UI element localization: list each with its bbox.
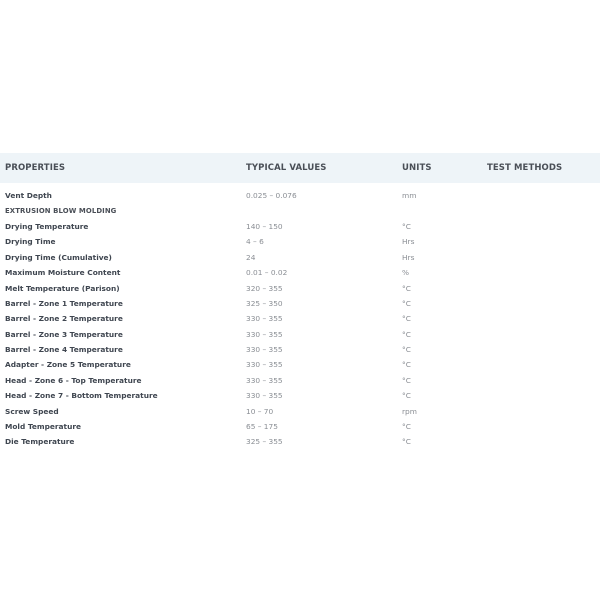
table-header: PROPERTIES TYPICAL VALUES UNITS TEST MET…: [0, 153, 600, 183]
unit-cell: °C: [402, 345, 411, 355]
unit-cell: %: [402, 268, 410, 278]
method-cell: [482, 219, 600, 234]
header-units: UNITS: [402, 163, 432, 173]
method-cell: [482, 280, 600, 295]
method-cell: [482, 188, 600, 203]
value-cell: 140 – 150: [246, 221, 283, 231]
method-cell: [482, 419, 600, 434]
table-row: Barrel - Zone 3 Temperature 330 – 355 °C: [0, 327, 600, 342]
unit-cell: °C: [402, 329, 411, 339]
property-cell: Barrel - Zone 1 Temperature: [5, 298, 123, 308]
table-row: Head - Zone 6 - Top Temperature 330 – 35…: [0, 373, 600, 388]
method-cell: [482, 250, 600, 265]
unit-cell: mm: [402, 191, 417, 201]
table-row: Head - Zone 7 - Bottom Temperature 330 –…: [0, 388, 600, 403]
value-cell: 325 – 350: [246, 298, 283, 308]
header-row: PROPERTIES TYPICAL VALUES UNITS TEST MET…: [0, 153, 600, 183]
value-cell: 330 – 355: [246, 329, 283, 339]
table-row: Melt Temperature (Parison) 320 – 355 °C: [0, 280, 600, 295]
value-cell: 330 – 355: [246, 314, 283, 324]
unit-cell: °C: [402, 422, 411, 432]
unit-cell: °C: [402, 391, 411, 401]
method-cell: [482, 311, 600, 326]
unit-cell: °C: [402, 221, 411, 231]
property-cell: Drying Time (Cumulative): [5, 252, 112, 262]
value-cell: 330 – 355: [246, 345, 283, 355]
method-cell: [482, 373, 600, 388]
value-cell: 65 – 175: [246, 422, 278, 432]
table-row: Drying Time 4 – 6 Hrs: [0, 234, 600, 249]
method-cell: [482, 234, 600, 249]
method-cell: [482, 388, 600, 403]
method-cell: [482, 203, 600, 218]
header-test-methods: TEST METHODS: [487, 163, 563, 173]
value-cell: 330 – 355: [246, 360, 283, 370]
property-cell: Melt Temperature (Parison): [5, 283, 120, 293]
value-cell: 330 – 355: [246, 391, 283, 401]
properties-table: PROPERTIES TYPICAL VALUES UNITS TEST MET…: [0, 153, 600, 450]
table-row: Maximum Moisture Content 0.01 – 0.02 %: [0, 265, 600, 280]
property-cell: Barrel - Zone 4 Temperature: [5, 345, 123, 355]
table-row: Screw Speed 10 – 70 rpm: [0, 403, 600, 418]
header-typical-values: TYPICAL VALUES: [246, 163, 327, 173]
unit-cell: °C: [402, 375, 411, 385]
unit-cell: Hrs: [402, 252, 415, 262]
property-cell: Drying Time: [5, 237, 56, 247]
table-row: Vent Depth 0.025 – 0.076 mm: [0, 188, 600, 203]
unit-cell: rpm: [402, 406, 417, 416]
property-cell: Drying Temperature: [5, 221, 89, 231]
property-cell: Barrel - Zone 3 Temperature: [5, 329, 123, 339]
table-row: Barrel - Zone 1 Temperature 325 – 350 °C: [0, 296, 600, 311]
section-heading: EXTRUSION BLOW MOLDING: [5, 207, 117, 216]
method-cell: [482, 327, 600, 342]
method-cell: [482, 265, 600, 280]
method-cell: [482, 342, 600, 357]
header-properties: PROPERTIES: [5, 163, 66, 173]
method-cell: [482, 434, 600, 449]
property-cell: Screw Speed: [5, 406, 59, 416]
method-cell: [482, 403, 600, 418]
method-cell: [482, 357, 600, 372]
property-cell: Maximum Moisture Content: [5, 268, 121, 278]
property-cell: Head - Zone 7 - Bottom Temperature: [5, 391, 158, 401]
property-cell: Adapter - Zone 5 Temperature: [5, 360, 131, 370]
property-cell: Die Temperature: [5, 437, 75, 447]
unit-cell: °C: [402, 314, 411, 324]
unit-cell: °C: [402, 360, 411, 370]
table-body: Vent Depth 0.025 – 0.076 mm EXTRUSION BL…: [0, 183, 600, 450]
value-cell: 330 – 355: [246, 375, 283, 385]
value-cell: 24: [246, 252, 256, 262]
value-cell: 320 – 355: [246, 283, 283, 293]
properties-table-container: PROPERTIES TYPICAL VALUES UNITS TEST MET…: [0, 153, 600, 450]
table-row: Drying Temperature 140 – 150 °C: [0, 219, 600, 234]
table-row: Adapter - Zone 5 Temperature 330 – 355 °…: [0, 357, 600, 372]
value-cell: 4 – 6: [246, 237, 264, 247]
table-row: Barrel - Zone 2 Temperature 330 – 355 °C: [0, 311, 600, 326]
table-row: Die Temperature 325 – 355 °C: [0, 434, 600, 449]
unit-cell: Hrs: [402, 237, 415, 247]
property-cell: Barrel - Zone 2 Temperature: [5, 314, 123, 324]
unit-cell: °C: [402, 283, 411, 293]
property-cell: Vent Depth: [5, 191, 52, 201]
value-cell: 325 – 355: [246, 437, 283, 447]
unit-cell: °C: [402, 298, 411, 308]
unit-cell: °C: [402, 437, 411, 447]
value-cell: 0.025 – 0.076: [246, 191, 297, 201]
value-cell: [241, 203, 397, 218]
table-row: Mold Temperature 65 – 175 °C: [0, 419, 600, 434]
unit-cell: [397, 203, 482, 218]
table-row: Barrel - Zone 4 Temperature 330 – 355 °C: [0, 342, 600, 357]
method-cell: [482, 296, 600, 311]
table-row: Drying Time (Cumulative) 24 Hrs: [0, 250, 600, 265]
property-cell: Mold Temperature: [5, 422, 81, 432]
section-row: EXTRUSION BLOW MOLDING: [0, 203, 600, 218]
value-cell: 0.01 – 0.02: [246, 268, 288, 278]
value-cell: 10 – 70: [246, 406, 274, 416]
property-cell: Head - Zone 6 - Top Temperature: [5, 375, 142, 385]
